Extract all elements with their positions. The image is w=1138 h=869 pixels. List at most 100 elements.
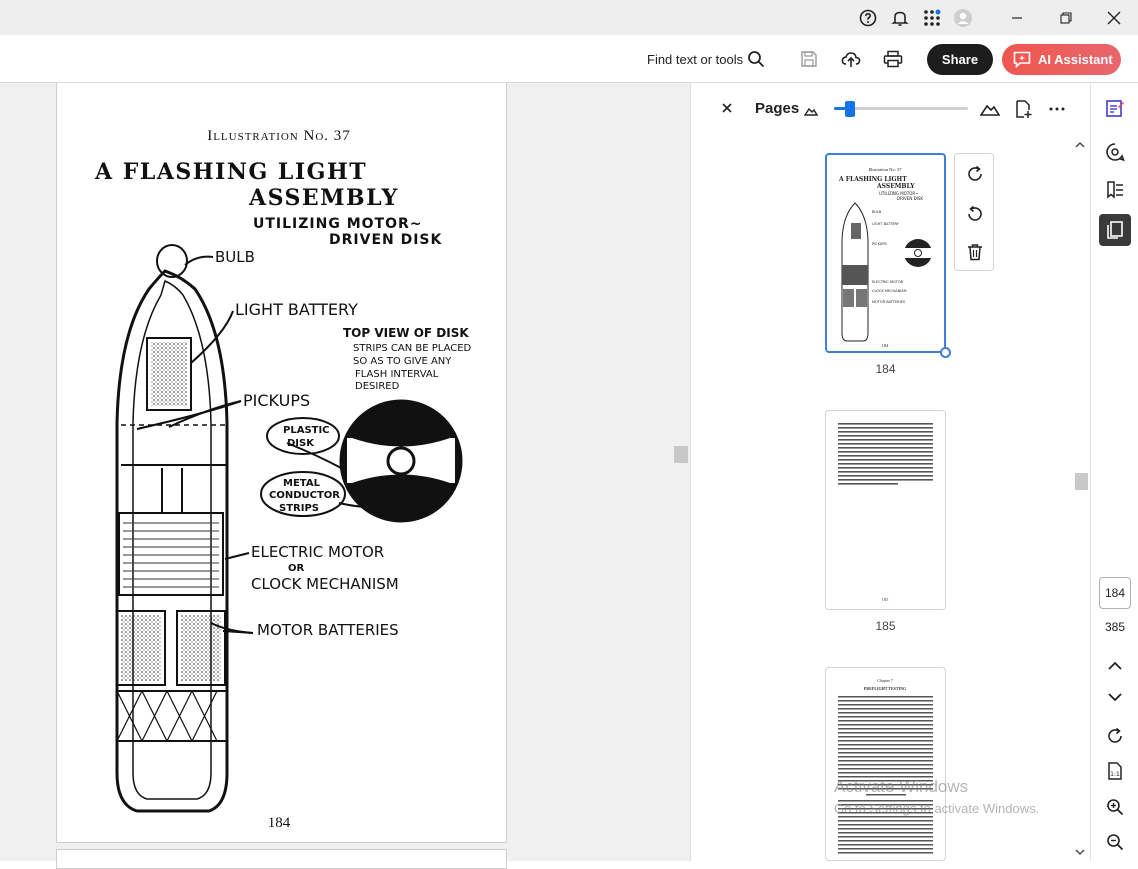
page-number: 184 — [268, 815, 291, 831]
thumbnail-actions-toolbar — [954, 153, 994, 271]
upload-cloud-icon[interactable] — [839, 47, 863, 71]
label-metal-strips-1: METAL — [283, 478, 321, 489]
page-thumbnail-185[interactable]: 185 — [825, 410, 946, 610]
pages-panel-scrollbar-thumb[interactable] — [1075, 473, 1088, 490]
pages-panel-title: Pages — [755, 100, 800, 117]
more-options-icon[interactable] — [1047, 99, 1067, 119]
motor-lines — [123, 522, 219, 588]
total-pages-label: 385 — [1104, 620, 1126, 634]
close-pages-panel-icon[interactable] — [719, 100, 735, 116]
svg-text:Illustration No. 37: Illustration No. 37 — [868, 167, 902, 172]
rocket-drawing — [115, 244, 229, 813]
find-tools-label[interactable]: Find text or tools — [647, 52, 743, 67]
label-top-view-note4: DESIRED — [355, 381, 400, 392]
label-top-view-note1: STRIPS CAN BE PLACED — [353, 343, 472, 354]
document-view[interactable]: Illustration No. 37 A FLASHING LIGHT ASS… — [0, 83, 690, 869]
search-icon[interactable] — [744, 47, 768, 71]
page-thumbnail-label-185: 185 — [875, 619, 896, 633]
label-top-view-note2: SO AS TO GIVE ANY — [353, 356, 452, 367]
thumbnail-resize-handle[interactable] — [940, 347, 951, 358]
page-illustration: Illustration No. 37 A FLASHING LIGHT ASS… — [94, 128, 472, 831]
insert-page-icon[interactable] — [1014, 99, 1034, 119]
scroll-down-arrow-icon[interactable] — [1075, 849, 1085, 855]
notifications-bell-icon[interactable] — [890, 8, 910, 28]
battery-stipple — [121, 342, 221, 681]
restore-window-icon[interactable] — [1043, 0, 1089, 35]
pages-panel: Pages Illustration No. 37 A FLASHING LIG… — [691, 83, 1090, 861]
svg-text:PREFLIGHT TESTING: PREFLIGHT TESTING — [864, 686, 906, 691]
svg-text:1:1: 1:1 — [1110, 771, 1120, 778]
label-clock-mechanism: CLOCK MECHANISM — [251, 575, 399, 593]
label-metal-strips-2: CONDUCTOR — [269, 490, 340, 501]
svg-text:ELECTRIC MOTOR: ELECTRIC MOTOR — [872, 280, 904, 284]
share-button[interactable]: Share — [927, 44, 993, 75]
thumbnail-186-preview: Chapter 7 PREFLIGHT TESTING — [838, 678, 933, 854]
page-thumbnail-184[interactable]: Illustration No. 37 A FLASHING LIGHT ASS… — [825, 153, 946, 353]
rail-pages-icon[interactable] — [1099, 214, 1131, 246]
title-bar — [0, 0, 1138, 35]
label-or: OR — [288, 563, 305, 574]
previous-page-chevron-up-icon[interactable] — [1099, 649, 1131, 681]
svg-text:184: 184 — [882, 343, 890, 348]
svg-text:Chapter 7: Chapter 7 — [877, 678, 893, 683]
page-thumbnail-186[interactable]: Chapter 7 PREFLIGHT TESTING — [825, 667, 946, 861]
refresh-rotate-icon[interactable] — [1099, 720, 1131, 752]
current-page-input[interactable]: 184 — [1099, 577, 1131, 609]
rail-comment-icon[interactable] — [1099, 136, 1131, 168]
label-plastic-disk-2: DISK — [287, 438, 315, 449]
save-icon[interactable] — [797, 47, 821, 71]
label-top-view-note3: FLASH INTERVAL — [355, 369, 439, 380]
svg-text:CLOCK MECHANISM: CLOCK MECHANISM — [872, 289, 906, 293]
svg-text:MOTOR BATTERIES: MOTOR BATTERIES — [872, 300, 906, 304]
ai-assistant-label: AI Assistant — [1038, 52, 1113, 67]
thumbnail-zoom-slider-thumb[interactable] — [845, 101, 856, 117]
zoom-out-mountain-icon[interactable] — [801, 101, 821, 121]
page-thumbnail-label-184: 184 — [875, 362, 896, 376]
activation-watermark-subtitle: Go to Settings to activate Windows. — [834, 801, 1040, 816]
svg-text:A FLASHING LIGHT: A FLASHING LIGHT — [838, 176, 907, 183]
label-light-battery: LIGHT BATTERY — [235, 300, 358, 319]
illustration-label: Illustration No. 37 — [207, 128, 351, 144]
ai-assistant-button[interactable]: AI Assistant — [1002, 44, 1121, 75]
scroll-up-arrow-icon[interactable] — [1075, 142, 1085, 148]
svg-text:BULB: BULB — [872, 210, 882, 214]
document-page: Illustration No. 37 A FLASHING LIGHT ASS… — [56, 83, 507, 843]
svg-text:ASSEMBLY: ASSEMBLY — [876, 183, 915, 190]
close-window-icon[interactable] — [1091, 0, 1137, 35]
label-bulb: BULB — [215, 248, 255, 266]
print-icon[interactable] — [881, 47, 905, 71]
label-plastic-disk-1: PLASTIC — [283, 425, 330, 436]
zoom-in-mountain-icon[interactable] — [980, 99, 1000, 119]
illustration-title-line2: ASSEMBLY — [248, 185, 399, 211]
next-page-chevron-down-icon[interactable] — [1099, 681, 1131, 713]
help-icon[interactable] — [858, 8, 878, 28]
right-tools-rail: 184 385 1:1 — [1090, 83, 1138, 861]
thumbnail-185-preview: 185 — [838, 423, 933, 602]
illustration-subtitle-line2: DRIVEN DISK — [329, 232, 443, 248]
zoom-out-icon[interactable] — [1099, 826, 1131, 858]
apps-grid-icon[interactable] — [922, 8, 942, 28]
rail-bookmarks-icon[interactable] — [1099, 174, 1131, 206]
label-pickups: PICKUPS — [243, 391, 310, 410]
activation-watermark-title: Activate Windows — [834, 777, 969, 796]
svg-text:DRIVEN DISK: DRIVEN DISK — [897, 196, 923, 201]
main-toolbar: Find text or tools Share AI Assistant — [0, 35, 1138, 83]
rotate-counterclockwise-icon[interactable] — [965, 204, 985, 224]
rail-edit-pdf-icon[interactable] — [1099, 92, 1131, 124]
label-motor-batteries: MOTOR BATTERIES — [257, 621, 399, 639]
minimize-window-icon[interactable] — [994, 0, 1040, 35]
document-scrollbar-thumb[interactable] — [674, 446, 688, 463]
illustration-subtitle-line1: UTILIZING MOTOR~ — [253, 216, 423, 232]
svg-text:185: 185 — [882, 597, 890, 602]
svg-text:PICKUPS: PICKUPS — [872, 242, 887, 246]
rotate-clockwise-icon[interactable] — [965, 164, 985, 184]
next-document-page — [56, 849, 507, 869]
pages-panel-scrollbar[interactable] — [1072, 138, 1088, 861]
delete-page-trash-icon[interactable] — [965, 242, 985, 262]
actual-size-page-icon[interactable]: 1:1 — [1099, 755, 1131, 787]
disk-top-view — [339, 399, 463, 523]
ai-assistant-icon — [1013, 51, 1031, 68]
user-avatar-icon[interactable] — [953, 8, 973, 28]
illustration-title-line1: A FLASHING LIGHT — [94, 159, 367, 185]
zoom-in-icon[interactable] — [1099, 791, 1131, 823]
